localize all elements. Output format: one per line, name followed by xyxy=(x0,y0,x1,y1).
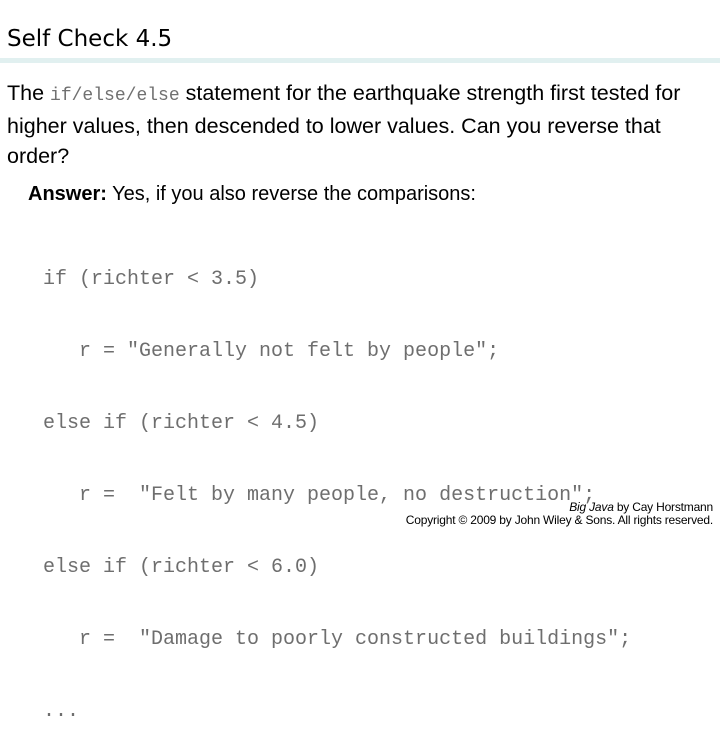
copyright-text: Copyright © 2009 by John Wiley & Sons. A… xyxy=(405,513,713,527)
answer-text: Yes, if you also reverse the comparisons… xyxy=(106,183,476,205)
book-title: Big Java xyxy=(569,500,614,514)
code-line: r = "Damage to poorly constructed buildi… xyxy=(43,628,632,651)
code-line: else if (richter < 4.5) xyxy=(43,412,320,435)
slide-title: Self Check 4.5 xyxy=(7,26,173,52)
title-divider xyxy=(0,58,720,63)
code-line: else if (richter < 6.0) xyxy=(43,556,320,579)
question-inline-code: if/else/else xyxy=(50,86,180,106)
code-line: ... xyxy=(43,700,80,723)
code-block: if (richter < 3.5) r = "Generally not fe… xyxy=(43,220,631,748)
answer-label: Answer: xyxy=(28,183,107,205)
question-paragraph: The if/else/else statement for the earth… xyxy=(7,78,717,171)
code-line: r = "Generally not felt by people"; xyxy=(43,340,500,363)
copyright-footer: Big Java by Cay Horstmann Copyright © 20… xyxy=(406,501,713,527)
code-line: if (richter < 3.5) xyxy=(43,268,260,291)
author-text: by Cay Horstmann xyxy=(613,500,713,514)
question-prefix: The xyxy=(7,81,51,105)
answer-paragraph: Answer: Yes, if you also reverse the com… xyxy=(28,181,476,207)
